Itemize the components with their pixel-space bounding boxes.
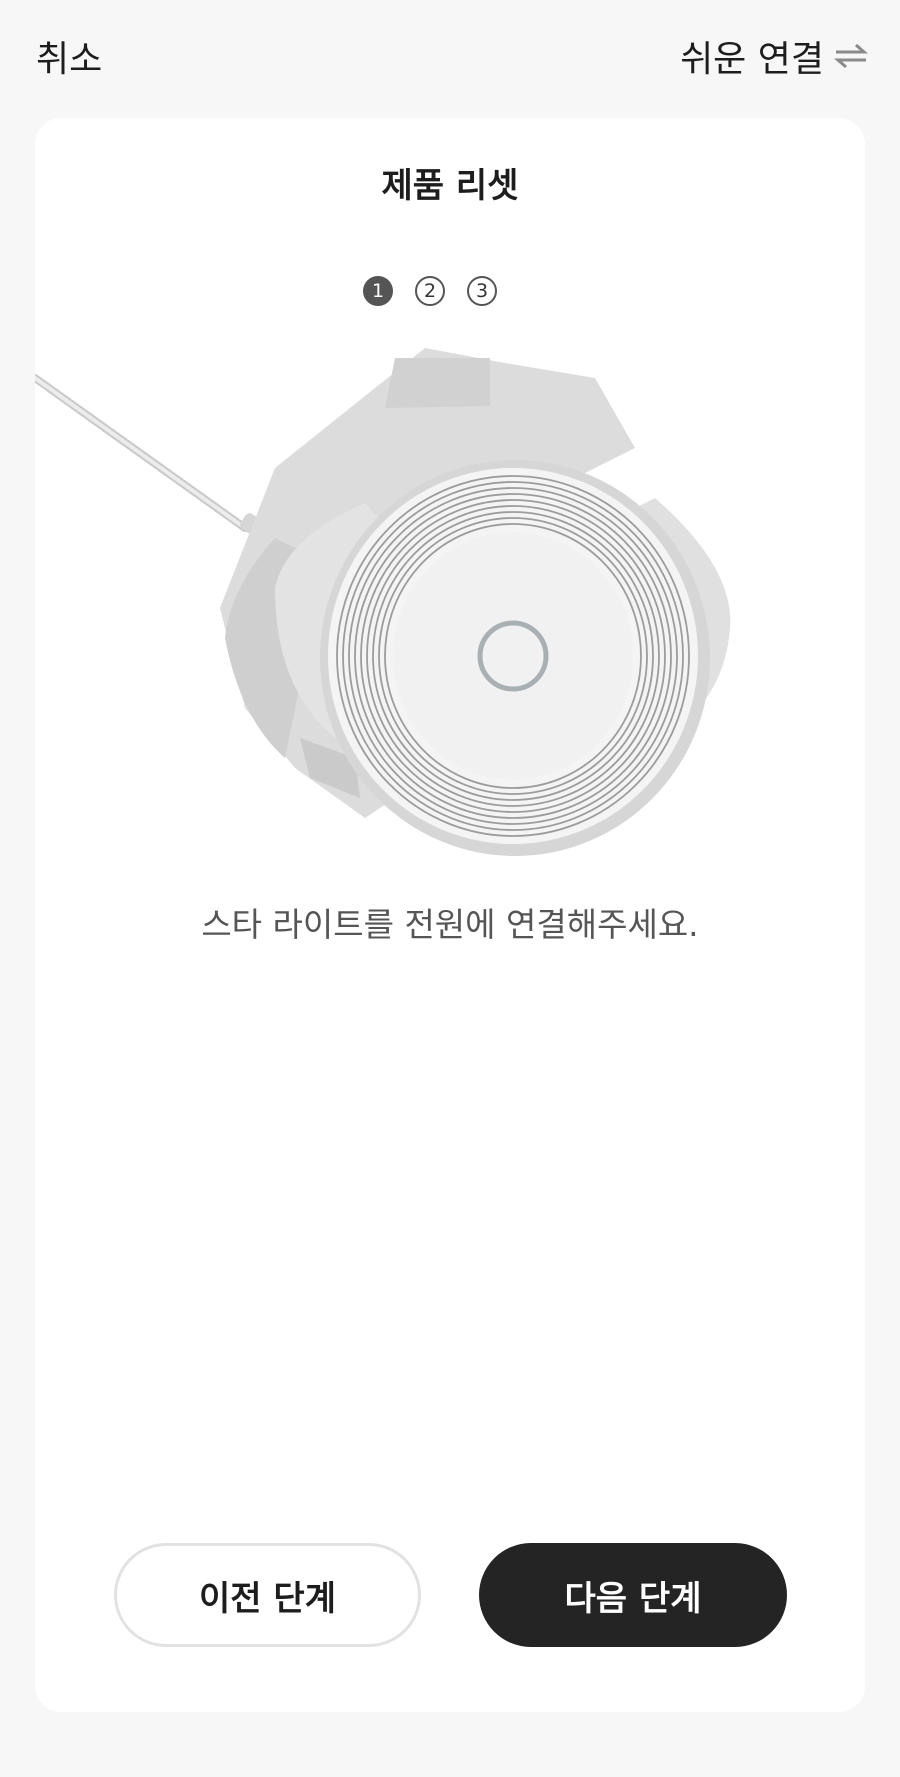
step-2: 2 [415, 276, 445, 306]
reset-card: 제품 리셋 1 2 3 스타 라이트를 전원에 연결해주세요. 이전 단계 다음… [35, 118, 865, 1712]
swap-arrows-icon [834, 39, 868, 73]
step-indicator: 1 2 3 [15, 276, 845, 306]
step-1: 1 [363, 276, 393, 306]
power-connected-device-illustration [35, 348, 731, 856]
previous-step-button[interactable]: 이전 단계 [114, 1543, 421, 1647]
easy-connect-button[interactable]: 쉬운 연결 [680, 30, 868, 82]
next-step-button[interactable]: 다음 단계 [479, 1543, 787, 1647]
instruction-text: 스타 라이트를 전원에 연결해주세요. [201, 905, 699, 944]
top-bar: 취소 쉬운 연결 [0, 0, 900, 112]
cancel-button[interactable]: 취소 [36, 30, 102, 82]
step-3: 3 [467, 276, 497, 306]
easy-connect-label: 쉬운 연결 [680, 39, 824, 80]
page-title: 제품 리셋 [381, 166, 519, 206]
